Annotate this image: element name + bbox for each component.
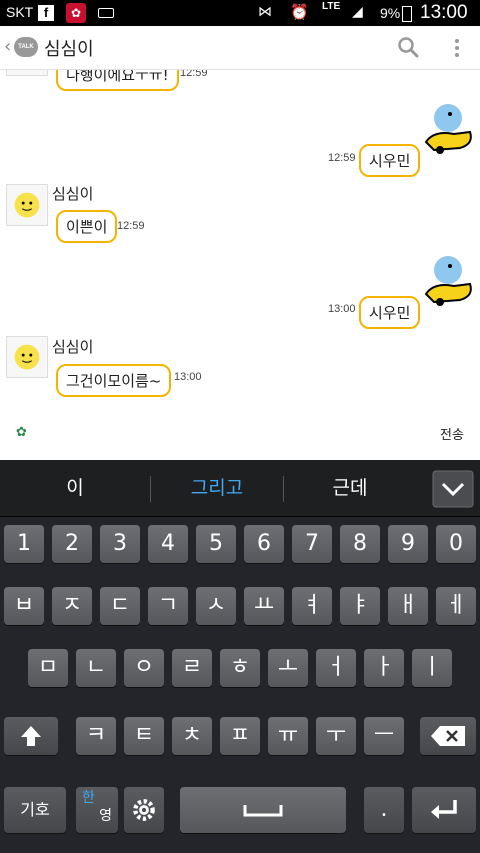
status-bar: SKT f ✿ ⋈ ⏰ LTE ◢ 9% 13:00 — [0, 0, 480, 26]
key-yo[interactable]: ㅛ — [244, 587, 284, 625]
simsimi-avatar-icon — [14, 344, 40, 370]
talk-logo: TALK — [14, 37, 38, 57]
settings-key[interactable] — [124, 787, 164, 833]
key-7[interactable]: 7 — [292, 525, 332, 563]
facebook-icon: f — [38, 5, 54, 21]
avatar[interactable] — [6, 336, 48, 378]
battery-icon — [402, 6, 412, 22]
language-toggle-key[interactable]: 한 영 — [76, 787, 118, 833]
key-8[interactable]: 8 — [340, 525, 380, 563]
carrier-label: SKT — [6, 4, 34, 20]
simsimi-avatar-icon — [14, 192, 40, 218]
key-kieuk[interactable]: ㅋ — [76, 717, 116, 755]
key-1[interactable]: 1 — [4, 525, 44, 563]
key-4[interactable]: 4 — [148, 525, 188, 563]
send-button[interactable]: 전송 — [440, 424, 464, 443]
enter-icon — [431, 800, 457, 819]
message-timestamp: 12:59 — [328, 152, 356, 164]
key-siot[interactable]: ㅅ — [196, 587, 236, 625]
backspace-icon — [431, 726, 465, 746]
sticker-icon — [424, 104, 472, 154]
chat-header: ‹ TALK 심심이 — [0, 26, 480, 70]
key-2[interactable]: 2 — [52, 525, 92, 563]
key-e[interactable]: ㅔ — [436, 587, 476, 625]
search-icon[interactable] — [397, 36, 419, 58]
back-icon[interactable]: ‹ — [4, 36, 11, 57]
key-eo[interactable]: ㅓ — [316, 649, 356, 687]
gear-icon — [133, 799, 155, 821]
avatar[interactable] — [6, 184, 48, 226]
emoticon-button[interactable]: ✿ — [16, 425, 27, 440]
suggestion-item[interactable]: 근데 — [284, 460, 416, 517]
key-o[interactable]: ㅗ — [268, 649, 308, 687]
key-tieut[interactable]: ㅌ — [124, 717, 164, 755]
key-bieup[interactable]: ㅂ — [4, 587, 44, 625]
message-bubble[interactable]: 다행이에요ㅜㅠ! — [56, 70, 179, 91]
lang-top-label: 한 — [82, 790, 95, 806]
suggestion-item[interactable]: 이 — [0, 460, 150, 517]
battery-percent: 9% — [380, 5, 401, 21]
key-mieum[interactable]: ㅁ — [28, 649, 68, 687]
space-key[interactable] — [180, 787, 346, 833]
key-ieung[interactable]: ㅇ — [124, 649, 164, 687]
key-5[interactable]: 5 — [196, 525, 236, 563]
status-clock: 13:00 — [420, 2, 468, 23]
key-rieul[interactable]: ㄹ — [172, 649, 212, 687]
key-pieup[interactable]: ㅍ — [220, 717, 260, 755]
key-9[interactable]: 9 — [388, 525, 428, 563]
key-yu[interactable]: ㅠ — [268, 717, 308, 755]
message-timestamp: 13:00 — [174, 371, 202, 383]
message-timestamp: 13:00 — [328, 303, 356, 315]
signal-icon: ◢ — [352, 4, 363, 20]
key-giyeok[interactable]: ㄱ — [148, 587, 188, 625]
key-ae[interactable]: ㅐ — [388, 587, 428, 625]
key-nieun[interactable]: ㄴ — [76, 649, 116, 687]
key-6[interactable]: 6 — [244, 525, 284, 563]
more-options-icon[interactable] — [448, 37, 466, 59]
message-bubble[interactable]: 이쁜이 — [56, 210, 118, 243]
keyboard-icon — [98, 8, 114, 18]
expand-suggestions-icon[interactable] — [432, 470, 474, 508]
key-ya[interactable]: ㅑ — [340, 587, 380, 625]
symbols-key[interactable]: 기호 — [4, 787, 66, 833]
message-bubble[interactable]: 그건이모이름~ — [56, 364, 172, 397]
chat-title: 심심이 — [44, 39, 94, 60]
key-eu[interactable]: ㅡ — [364, 717, 404, 755]
network-type-label: LTE — [322, 1, 341, 12]
key-yeo[interactable]: ㅕ — [292, 587, 332, 625]
message-timestamp: 12:59 — [180, 70, 208, 79]
message-timestamp: 12:59 — [117, 220, 145, 232]
space-bar-icon — [243, 805, 283, 817]
key-3[interactable]: 3 — [100, 525, 140, 563]
key-chieut[interactable]: ㅊ — [172, 717, 212, 755]
shift-arrow-icon — [21, 726, 41, 746]
alarm-icon: ⏰ — [290, 3, 309, 21]
period-key[interactable]: . — [364, 787, 404, 833]
key-a[interactable]: ㅏ — [364, 649, 404, 687]
backspace-key[interactable] — [420, 717, 476, 755]
key-0[interactable]: 0 — [436, 525, 476, 563]
suggestion-bar: 이 그리고 근데 — [0, 460, 480, 517]
avatar[interactable] — [6, 70, 48, 76]
keyboard: 1 2 3 4 5 6 7 8 9 0 ㅂ ㅈ ㄷ ㄱ ㅅ ㅛ ㅕ ㅑ ㅐ ㅔ … — [0, 517, 480, 853]
key-digeut[interactable]: ㄷ — [100, 587, 140, 625]
sticker-icon — [424, 256, 472, 306]
key-hieut[interactable]: ㅎ — [220, 649, 260, 687]
app-notification-icon: ✿ — [66, 3, 86, 23]
shift-key[interactable] — [4, 717, 58, 755]
sender-name: 심심이 — [52, 338, 94, 356]
message-bubble[interactable]: 시우민 — [359, 296, 421, 329]
key-jieut[interactable]: ㅈ — [52, 587, 92, 625]
suggestion-item[interactable]: 그리고 — [151, 460, 283, 517]
key-u[interactable]: ㅜ — [316, 717, 356, 755]
enter-key[interactable] — [412, 787, 476, 833]
lang-bottom-label: 영 — [99, 808, 112, 824]
mute-icon: ⋈ — [258, 4, 272, 20]
chat-area[interactable]: 다행이에요ㅜㅠ! 12:59 시우민 12:59 심심이 이쁜이 12:59 시… — [0, 70, 480, 460]
message-bubble[interactable]: 시우민 — [359, 144, 421, 177]
key-i[interactable]: ㅣ — [412, 649, 452, 687]
sender-name: 심심이 — [52, 185, 94, 203]
